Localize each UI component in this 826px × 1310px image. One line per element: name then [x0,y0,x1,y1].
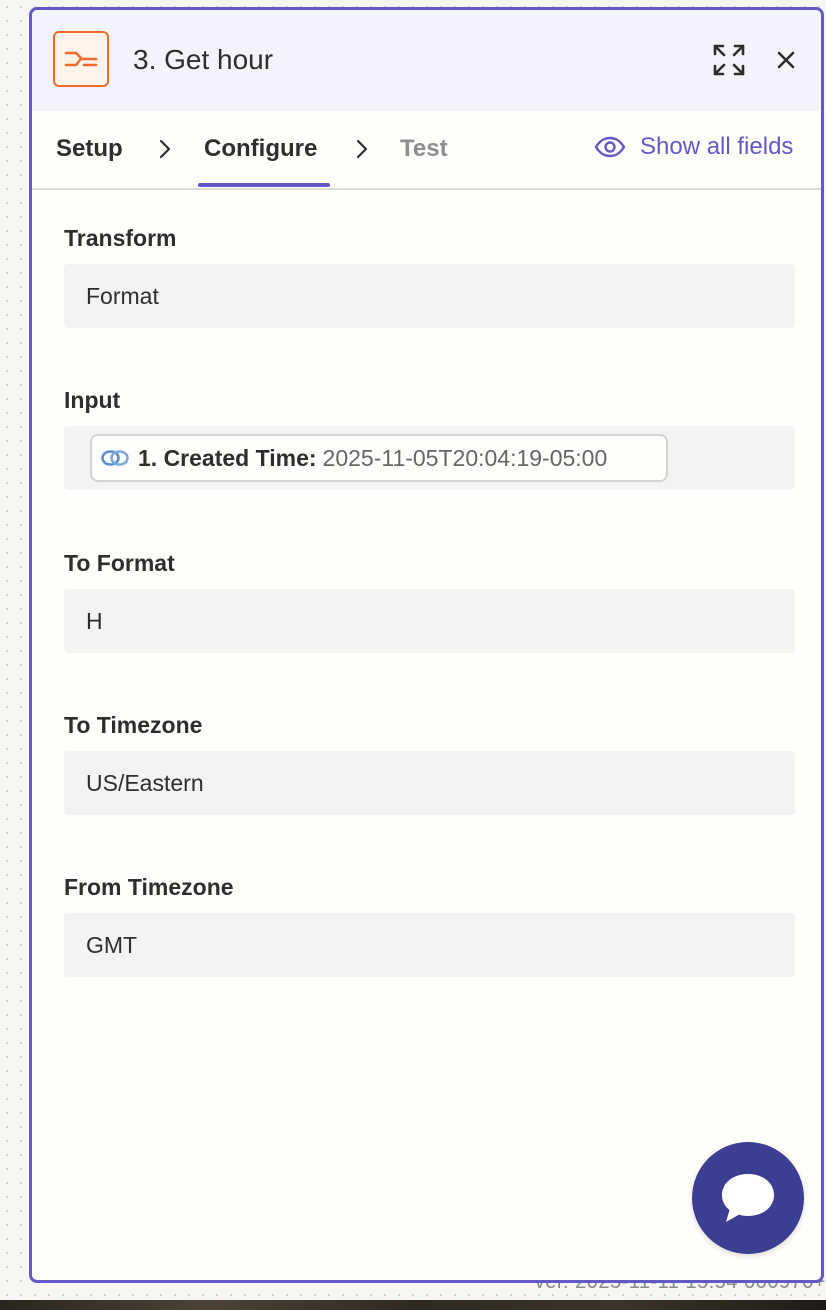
transform-field[interactable]: Format [64,264,795,328]
from-timezone-field[interactable]: GMT [64,913,795,977]
step-editor-panel: 3. Get hour Setup Configure Test Show al… [29,7,824,1283]
chevron-right-icon [159,139,171,159]
to-timezone-field[interactable]: US/Eastern [64,751,795,815]
desktop-strip [0,1300,826,1310]
to-format-label: To Format [64,550,175,576]
to-timezone-label: To Timezone [64,712,203,738]
from-timezone-label: From Timezone [64,874,234,900]
formatter-app-icon [53,31,109,87]
mapped-field-pill[interactable]: 1. Created Time: 2025-11-05T20:04:19-05:… [90,434,668,482]
tab-configure[interactable]: Configure [204,135,317,163]
chat-button[interactable] [692,1142,804,1254]
pill-value: 2025-11-05T20:04:19-05:00 [322,444,608,471]
expand-button[interactable] [711,42,747,78]
chat-bubble-icon [722,1174,774,1222]
chevron-right-icon [356,139,368,159]
step-tabs: Setup Configure Test Show all fields [32,111,821,190]
step-title: 3. Get hour [133,44,274,75]
to-format-value: H [86,608,103,634]
close-icon [777,51,795,69]
show-all-fields-label: Show all fields [640,133,794,160]
from-timezone-value: GMT [86,932,138,958]
transform-value: Format [86,283,159,309]
tab-setup[interactable]: Setup [56,135,123,163]
show-all-fields-button[interactable]: Show all fields [594,133,793,161]
pill-label: 1. Created Time: [138,444,317,471]
eye-icon [594,136,626,158]
to-timezone-value: US/Eastern [86,770,204,796]
close-button[interactable] [768,42,804,78]
input-field[interactable]: 1. Created Time: 2025-11-05T20:04:19-05:… [64,426,795,490]
active-tab-indicator [198,183,330,187]
to-format-field[interactable]: H [64,589,795,653]
expand-icon [713,44,745,76]
link-icon [101,450,129,466]
input-label: Input [64,387,121,413]
panel-header: 3. Get hour [32,10,821,111]
transform-label: Transform [64,225,177,251]
tab-test[interactable]: Test [400,135,448,163]
